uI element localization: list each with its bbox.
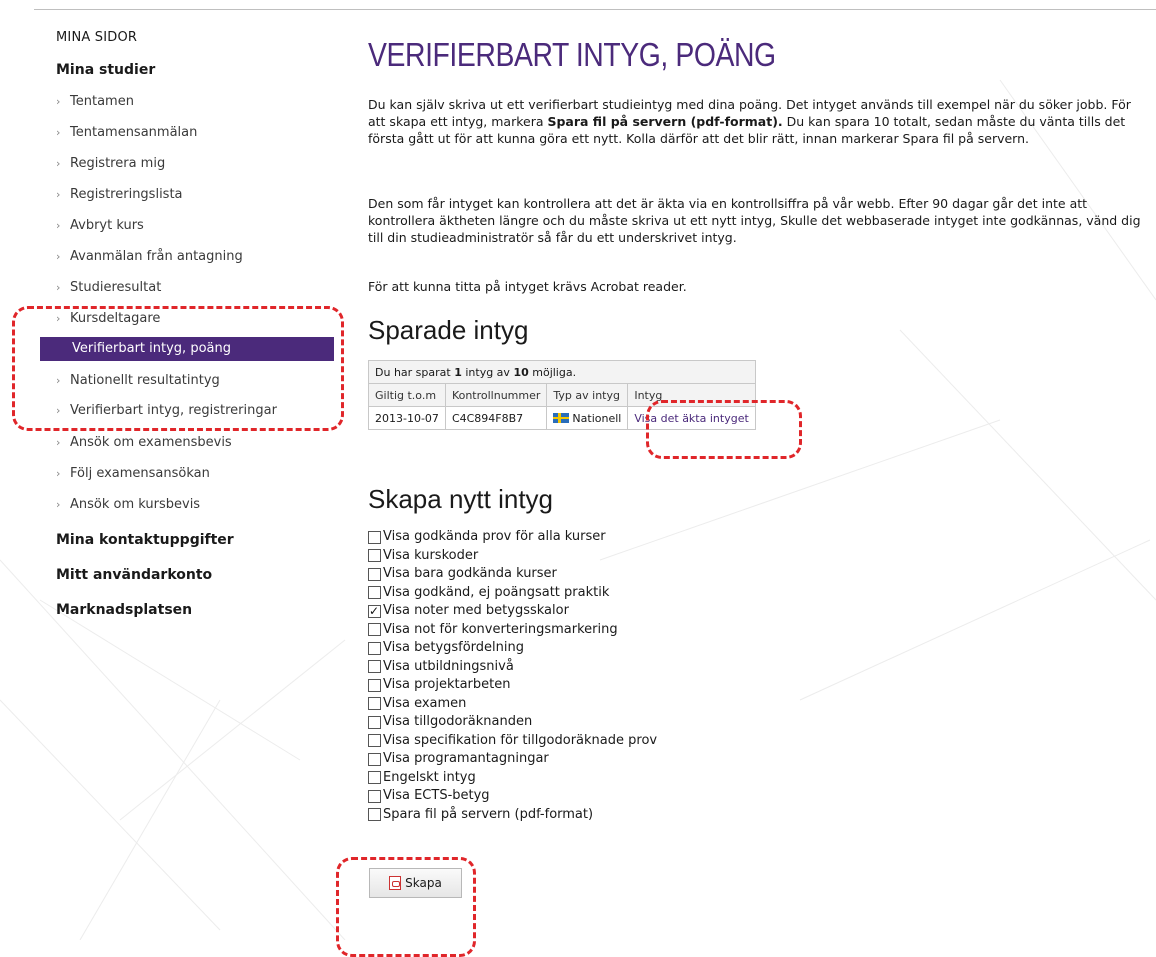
sidebar-item-verifierbart-registreringar[interactable]: › Verifierbart intyg, registreringar bbox=[56, 399, 334, 423]
sidebar: MINA SIDOR Mina studier › Tentamen › Tenta… bbox=[0, 0, 345, 940]
cell-valid: 2013-10-07 bbox=[368, 406, 446, 430]
checkbox[interactable] bbox=[368, 734, 381, 748]
checkbox[interactable] bbox=[368, 808, 381, 822]
checkbox[interactable] bbox=[368, 789, 381, 803]
sidebar-section-studies[interactable]: Mina studier bbox=[56, 62, 155, 78]
sidebar-item-avanmalan[interactable]: › Avanmälan från antagning bbox=[56, 245, 334, 269]
checkbox[interactable] bbox=[368, 771, 381, 785]
sidebar-item-tentamensanmalan[interactable]: › Tentamensanmälan bbox=[56, 121, 334, 145]
sidebar-item-folj-examensansokan[interactable]: › Följ examensansökan bbox=[56, 462, 334, 486]
view-certificate-link[interactable]: Visa det äkta intyget bbox=[634, 412, 748, 425]
chevron-right-icon: › bbox=[56, 157, 61, 170]
chevron-right-icon: › bbox=[56, 281, 61, 294]
saved-certificates-table: Du har sparat 1 intyg av 10 möjliga. Gil… bbox=[368, 360, 756, 430]
checkbox-checked[interactable] bbox=[368, 602, 381, 620]
checkbox[interactable] bbox=[368, 623, 381, 637]
option-spara-fil[interactable]: Spara fil på servern (pdf-format) bbox=[368, 806, 657, 825]
cell-cert: Visa det äkta intyget bbox=[627, 406, 756, 430]
option-ects-betyg[interactable]: Visa ECTS-betyg bbox=[368, 787, 657, 806]
cell-control: C4C894F8B7 bbox=[444, 406, 548, 430]
option-kurskoder[interactable]: Visa kurskoder bbox=[368, 547, 657, 566]
checkbox[interactable] bbox=[368, 530, 381, 544]
checkbox[interactable] bbox=[368, 567, 381, 581]
checkbox[interactable] bbox=[368, 641, 381, 655]
option-projektarbeten[interactable]: Visa projektarbeten bbox=[368, 676, 657, 695]
option-godkanda-prov[interactable]: Visa godkända prov för alla kurser bbox=[368, 528, 657, 547]
option-examen[interactable]: Visa examen bbox=[368, 695, 657, 714]
option-praktik[interactable]: Visa godkänd, ej poängsatt praktik bbox=[368, 584, 657, 603]
sidebar-item-ansok-kursbevis[interactable]: › Ansök om kursbevis bbox=[56, 493, 334, 517]
saved-certificates-heading: Sparade intyg bbox=[368, 315, 529, 345]
checkbox[interactable] bbox=[368, 715, 381, 729]
checkbox[interactable] bbox=[368, 549, 381, 563]
option-programantagningar[interactable]: Visa programantagningar bbox=[368, 750, 657, 769]
checkbox[interactable] bbox=[368, 678, 381, 692]
sidebar-section-account[interactable]: Mitt användarkonto bbox=[56, 567, 212, 583]
chevron-right-icon: › bbox=[56, 126, 61, 139]
checkbox[interactable] bbox=[368, 586, 381, 600]
chevron-right-icon: › bbox=[56, 436, 61, 449]
checkbox[interactable] bbox=[368, 660, 381, 674]
column-header-valid: Giltig t.o.m bbox=[368, 383, 446, 407]
checkbox[interactable] bbox=[368, 752, 381, 766]
chevron-right-icon: › bbox=[56, 467, 61, 480]
chevron-right-icon: › bbox=[56, 95, 61, 108]
sidebar-item-registrera[interactable]: › Registrera mig bbox=[56, 152, 334, 176]
chevron-right-icon: › bbox=[56, 404, 61, 417]
sidebar-item-studieresultat[interactable]: › Studieresultat bbox=[56, 276, 334, 300]
chevron-right-icon: › bbox=[56, 498, 61, 511]
option-konverteringsmarkering[interactable]: Visa not för konverteringsmarkering bbox=[368, 621, 657, 640]
sidebar-item-ansok-examensbevis[interactable]: › Ansök om examensbevis bbox=[56, 431, 334, 455]
option-utbildningsniva[interactable]: Visa utbildningsnivå bbox=[368, 658, 657, 677]
sidebar-item-avbryt-kurs[interactable]: › Avbryt kurs bbox=[56, 214, 334, 238]
option-engelskt-intyg[interactable]: Engelskt intyg bbox=[368, 769, 657, 788]
sidebar-item-registreringslista[interactable]: › Registreringslista bbox=[56, 183, 334, 207]
sidebar-section-contact[interactable]: Mina kontaktuppgifter bbox=[56, 532, 234, 548]
create-certificate-heading: Skapa nytt intyg bbox=[368, 484, 553, 514]
chevron-right-icon: › bbox=[56, 312, 61, 325]
chevron-right-icon: › bbox=[56, 188, 61, 201]
chevron-right-icon: › bbox=[56, 250, 61, 263]
chevron-right-icon: › bbox=[56, 374, 61, 387]
sidebar-item-verifierbart-poang[interactable]: Verifierbart intyg, poäng bbox=[40, 337, 334, 361]
option-tillgodoraknanden[interactable]: Visa tillgodoräknanden bbox=[368, 713, 657, 732]
sidebar-item-tentamen[interactable]: › Tentamen bbox=[56, 90, 334, 114]
sidebar-item-kursdeltagare[interactable]: › Kursdeltagare bbox=[56, 307, 334, 331]
intro-paragraph: Du kan själv skriva ut ett verifierbart … bbox=[368, 97, 1131, 146]
table-row: 2013-10-07 C4C894F8B7 Nationell Visa det… bbox=[368, 406, 756, 430]
verification-paragraph: Den som får intyget kan kontrollera att … bbox=[368, 196, 1141, 245]
column-header-type: Typ av intyg bbox=[546, 383, 629, 407]
acrobat-paragraph: För att kunna titta på intyget krävs Acr… bbox=[368, 279, 687, 294]
option-specifikation[interactable]: Visa specifikation för tillgodoräknade p… bbox=[368, 732, 657, 751]
column-header-cert: Intyg bbox=[627, 383, 756, 407]
chevron-right-icon: › bbox=[56, 219, 61, 232]
column-header-control: Kontrollnummer bbox=[444, 383, 548, 407]
saved-count-info: Du har sparat 1 intyg av 10 möjliga. bbox=[368, 360, 756, 384]
option-bara-godkanda-kurser[interactable]: Visa bara godkända kurser bbox=[368, 565, 657, 584]
certificate-options-list: Visa godkända prov för alla kurser Visa … bbox=[368, 528, 657, 824]
pdf-icon bbox=[389, 876, 402, 890]
swedish-flag-icon bbox=[553, 412, 570, 423]
create-button[interactable]: Skapa bbox=[369, 868, 462, 898]
option-betygsfordelning[interactable]: Visa betygsfördelning bbox=[368, 639, 657, 658]
sidebar-section-market[interactable]: Marknadsplatsen bbox=[56, 602, 192, 618]
option-noter-betygsskalor[interactable]: Visa noter med betygsskalor bbox=[368, 602, 657, 621]
sidebar-header: MINA SIDOR bbox=[56, 30, 138, 45]
cell-type: Nationell bbox=[546, 406, 629, 430]
sidebar-item-nationellt-resultatintyg[interactable]: › Nationellt resultatintyg bbox=[56, 369, 334, 393]
checkbox[interactable] bbox=[368, 697, 381, 711]
page-title: VERIFIERBART INTYG, POÄNG bbox=[368, 36, 776, 73]
